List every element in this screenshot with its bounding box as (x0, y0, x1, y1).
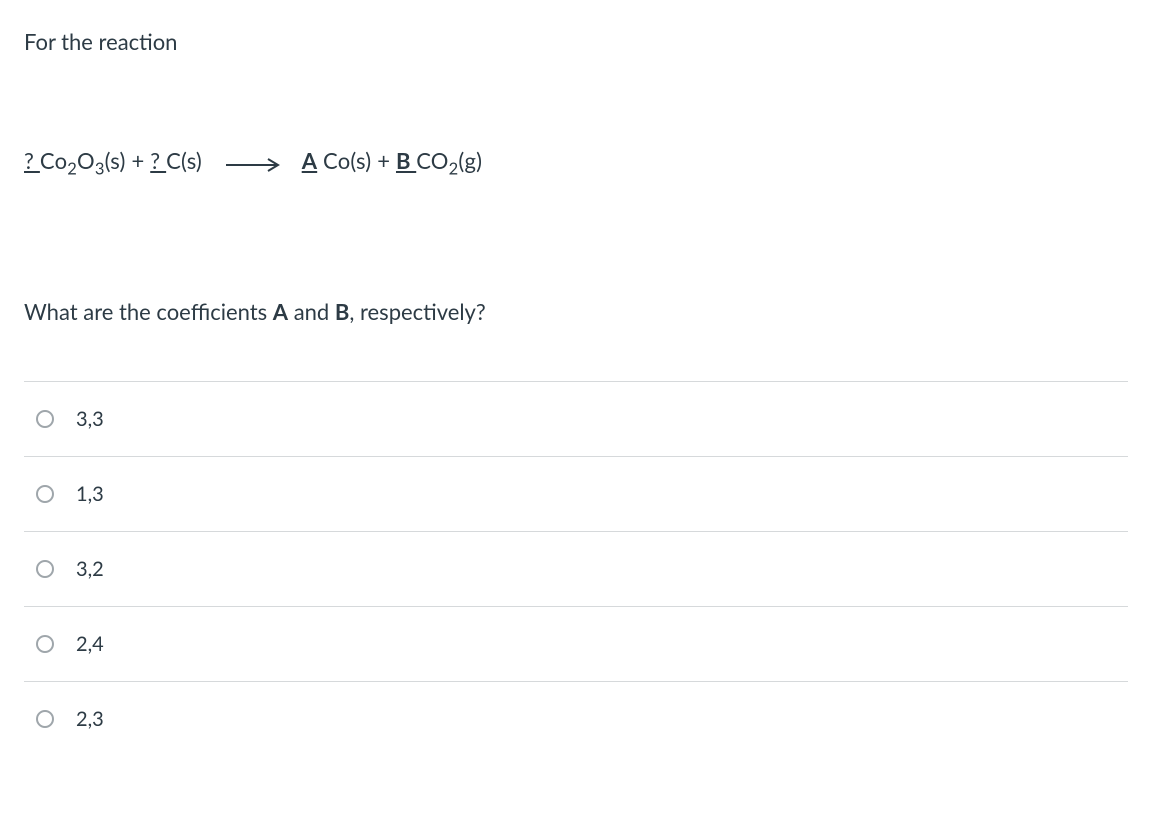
coefficient-2: ? (150, 147, 166, 174)
option-5[interactable]: 2,3 (24, 682, 1128, 756)
option-3-radio[interactable] (36, 560, 54, 578)
question-container: For the reaction ? Co2O3(s) + ? C(s) A C… (0, 0, 1152, 756)
option-1[interactable]: 3,3 (24, 382, 1128, 457)
reaction-equation: ? Co2O3(s) + ? C(s) A Co(s) + B CO2(g) (24, 147, 1128, 178)
option-4-label: 2,4 (76, 632, 104, 656)
coefficient-1: ? (24, 147, 40, 174)
coefficient-b: B (396, 147, 416, 174)
question-prompt: What are the coefficients A and B, respe… (24, 298, 1128, 325)
option-3[interactable]: 3,2 (24, 532, 1128, 607)
option-2-radio[interactable] (36, 485, 54, 503)
option-3-label: 3,2 (76, 557, 104, 581)
plus-2: + (371, 147, 396, 174)
species-4: CO2(g) (416, 147, 482, 174)
coefficient-a: A (302, 147, 317, 174)
option-4[interactable]: 2,4 (24, 607, 1128, 682)
option-5-label: 2,3 (76, 707, 104, 731)
species-2: C(s) (166, 147, 202, 174)
plus-1: + (126, 147, 151, 174)
species-3: Co(s) (317, 147, 371, 174)
species-1: Co2O3(s) (40, 147, 126, 174)
arrow-icon (226, 150, 282, 177)
option-list: 3,3 1,3 3,2 2,4 2,3 (24, 381, 1128, 756)
option-2[interactable]: 1,3 (24, 457, 1128, 532)
option-4-radio[interactable] (36, 635, 54, 653)
option-1-label: 3,3 (76, 407, 104, 431)
question-intro: For the reaction (24, 28, 1128, 55)
option-1-radio[interactable] (36, 410, 54, 428)
option-5-radio[interactable] (36, 710, 54, 728)
option-2-label: 1,3 (76, 482, 104, 506)
